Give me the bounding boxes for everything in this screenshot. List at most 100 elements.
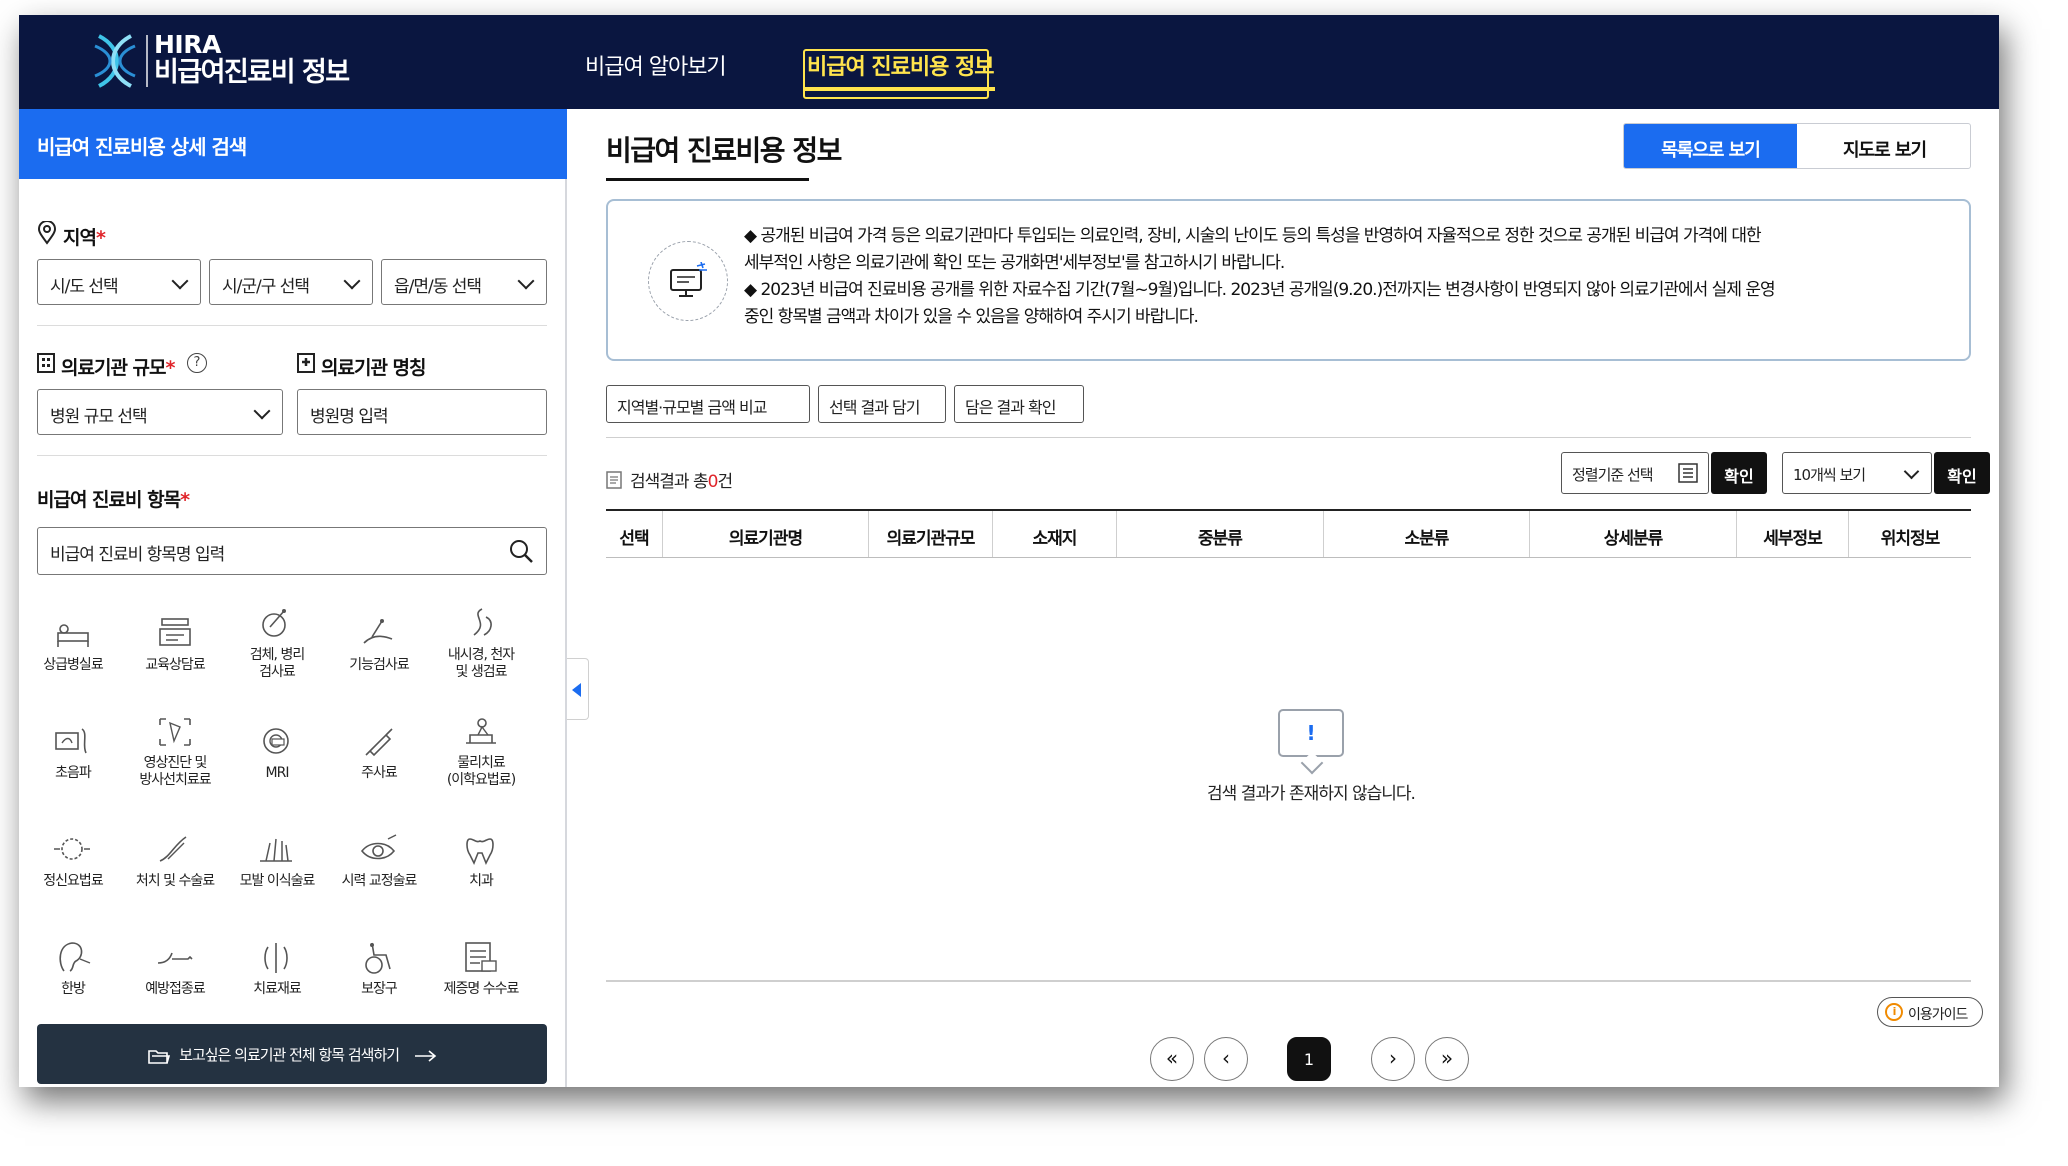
search-icon[interactable]: [508, 538, 534, 564]
notice-text: ◆ 공개된 비급여 가격 등은 의료기관마다 투입되는 의료인력, 장비, 시술…: [744, 223, 1954, 331]
compare-region-scale-button[interactable]: 지역별·규모별 금액 비교: [606, 385, 810, 423]
surgery-icon: [159, 836, 187, 862]
sigungu-select[interactable]: 시/군/구 선택: [209, 259, 373, 305]
chevron-down-icon: [343, 272, 361, 290]
nav-noncovered-info[interactable]: 비급여 알아보기: [585, 49, 727, 81]
wheelchair-icon: [365, 942, 391, 974]
function-test-icon: [363, 619, 393, 644]
save-selection-button[interactable]: 선택 결과 담기: [818, 385, 946, 423]
map-view-button[interactable]: 지도로 보기: [1798, 124, 1971, 168]
category-item[interactable]: 시력 교정술료: [329, 821, 429, 890]
category-label: 초음파: [55, 765, 92, 781]
prev-page-button[interactable]: ‹: [1204, 1037, 1248, 1081]
next-page-button[interactable]: ›: [1371, 1037, 1415, 1081]
endoscope-icon: [473, 608, 492, 636]
monitor-notice-icon: [648, 241, 728, 321]
building-icon: [37, 353, 55, 373]
hospital-name-input[interactable]: 병원명 입력: [297, 389, 547, 435]
category-item[interactable]: 치료재료: [227, 929, 327, 998]
divider: [606, 437, 1971, 438]
category-item[interactable]: 교육상담료: [125, 605, 225, 674]
category-label: 예방접종료: [145, 981, 205, 997]
help-icon[interactable]: ?: [187, 353, 207, 373]
current-page[interactable]: 1: [1287, 1037, 1331, 1081]
result-count: 검색결과 총0건: [630, 472, 733, 492]
empty-result-message: 검색 결과가 존재하지 않습니다.: [1207, 784, 1416, 804]
logo-brand[interactable]: HIRA: [154, 31, 221, 58]
mri-icon: [263, 728, 289, 754]
column-header: 상세분류: [1530, 511, 1737, 557]
category-item[interactable]: 한방: [23, 929, 123, 998]
column-header: 소재지: [993, 511, 1117, 557]
category-label: 기능검사료: [349, 657, 409, 673]
category-label: 정신요법료: [43, 873, 103, 889]
category-item[interactable]: MRI: [227, 713, 327, 782]
column-header: 소분류: [1324, 511, 1530, 557]
folder-icon: [148, 1049, 171, 1064]
logo-subtitle[interactable]: 비급여진료비 정보: [154, 58, 350, 88]
category-item[interactable]: 기능검사료: [329, 605, 429, 674]
category-label: 내시경, 천자 및 생검료: [447, 647, 515, 680]
sort-confirm-button[interactable]: 확인: [1711, 452, 1767, 494]
divider: [37, 325, 547, 326]
category-label: 보장구: [361, 981, 398, 997]
category-item[interactable]: 검체, 병리 검사료: [227, 605, 327, 681]
user-guide-button[interactable]: i 이용가이드: [1877, 997, 1983, 1027]
page-size-select[interactable]: 10개씩 보기: [1782, 452, 1932, 494]
category-item[interactable]: 정신요법료: [23, 821, 123, 890]
info-icon: i: [1885, 1003, 1903, 1021]
page-title: 비급여 진료비용 정보: [606, 134, 842, 167]
sido-select[interactable]: 시/도 선택: [37, 259, 201, 305]
notice-line: ◆ 공개된 비급여 가격 등은 의료기관마다 투입되는 의료인력, 장비, 시술…: [744, 226, 1762, 246]
category-item[interactable]: 상급병실료: [23, 605, 123, 674]
counseling-icon: [159, 618, 191, 646]
list-view-button[interactable]: 목록으로 보기: [1624, 124, 1797, 168]
column-header: 중분류: [1117, 511, 1324, 557]
chevron-down-icon: [517, 272, 535, 290]
notice-line: ◆ 2023년 비급여 진료비용 공개를 위한 자료수집 기간(7월~9월)입니…: [744, 280, 1776, 300]
category-item[interactable]: 내시경, 천자 및 생검료: [431, 605, 531, 681]
collapse-sidebar-button[interactable]: [567, 658, 589, 720]
first-page-button[interactable]: «: [1150, 1037, 1194, 1081]
category-label: 치과: [469, 873, 494, 889]
main-content: 비급여 진료비용 정보 목록으로 보기 지도로 보기 ◆ 공개된 비급여 가격 …: [587, 109, 1999, 1087]
category-item[interactable]: 처치 및 수술료: [125, 821, 225, 890]
category-item[interactable]: 주사료: [329, 713, 429, 782]
vaccination-icon: [157, 952, 193, 964]
category-item[interactable]: 모발 이식술료: [227, 821, 327, 890]
sort-select[interactable]: 정렬기준 선택: [1561, 452, 1709, 494]
lab-test-icon: [262, 609, 286, 637]
category-label: 주사료: [361, 765, 398, 781]
column-header: 의료기관규모: [869, 511, 993, 557]
scale-select[interactable]: 병원 규모 선택: [37, 389, 283, 435]
category-item[interactable]: 치과: [431, 821, 531, 890]
location-pin-icon: [37, 221, 57, 245]
psychotherapy-icon: [54, 838, 90, 860]
search-all-items-button[interactable]: 보고싶은 의료기관 전체 항목 검색하기: [37, 1024, 547, 1084]
category-label: 시력 교정술료: [341, 873, 418, 889]
category-label: MRI: [265, 765, 290, 781]
hira-logo-icon: [94, 34, 136, 88]
region-label: 지역*: [63, 227, 106, 249]
category-item[interactable]: 영상진단 및 방사선치료료: [125, 713, 225, 789]
last-page-button[interactable]: »: [1425, 1037, 1469, 1081]
category-item[interactable]: 초음파: [23, 713, 123, 782]
results-table-header: 선택 의료기관명 의료기관규모 소재지 중분류 소분류 상세분류 세부정보 위치…: [606, 509, 1971, 558]
category-label: 상급병실료: [43, 657, 103, 673]
tooth-icon: [466, 838, 494, 865]
logo-divider: [146, 35, 148, 87]
nav-noncovered-cost[interactable]: 비급여 진료비용 정보: [805, 49, 996, 91]
page-size-confirm-button[interactable]: 확인: [1934, 452, 1990, 494]
radiology-icon: [159, 718, 191, 746]
chevron-down-icon: [171, 272, 189, 290]
physical-therapy-icon: [466, 718, 496, 744]
view-saved-button[interactable]: 담은 결과 확인: [954, 385, 1084, 423]
category-item[interactable]: 제증명 수수료: [431, 929, 531, 998]
category-item[interactable]: 물리치료 (이학요법료): [431, 713, 531, 789]
item-search-input[interactable]: 비급여 진료비 항목명 입력: [37, 527, 547, 575]
category-item[interactable]: 예방접종료: [125, 929, 225, 998]
category-item[interactable]: 보장구: [329, 929, 429, 998]
eupmyeondong-select[interactable]: 읍/면/동 선택: [381, 259, 547, 305]
item-label: 비급여 진료비 항목*: [37, 489, 190, 511]
category-label: 치료재료: [253, 981, 302, 997]
